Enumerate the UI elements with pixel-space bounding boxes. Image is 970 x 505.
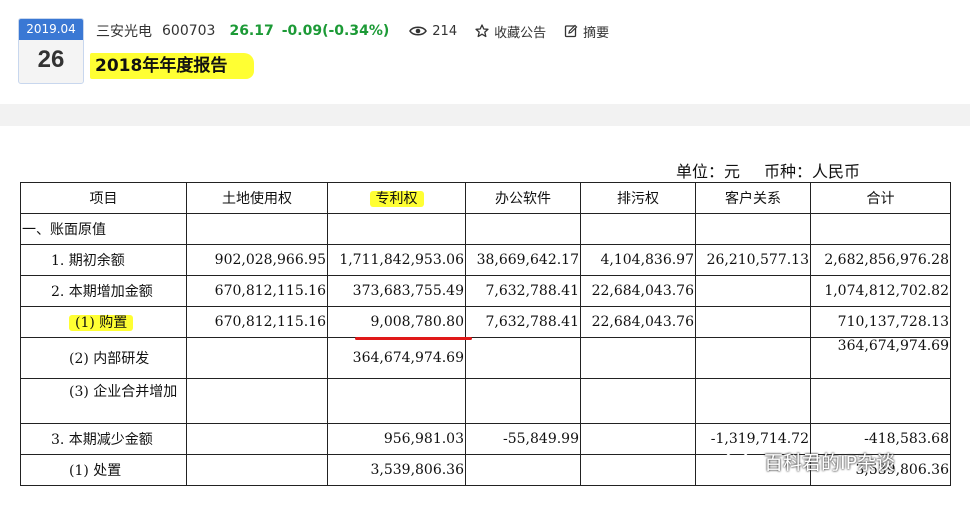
cell: [327, 213, 466, 245]
cell: [695, 306, 811, 338]
cell: [695, 275, 811, 307]
cell: [186, 213, 328, 245]
cell: 1,074,812,702.82: [810, 275, 951, 307]
favorite-button[interactable]: 收藏公告: [475, 22, 546, 41]
eye-icon: [409, 26, 428, 36]
cell: [465, 213, 581, 245]
cell: [810, 378, 951, 424]
stock-name[interactable]: 三安光电: [96, 21, 152, 41]
table-row: (3) 企业合并增加: [20, 378, 951, 424]
cell: [186, 423, 328, 455]
cell: 38,669,642.17: [465, 244, 581, 276]
edit-icon: [564, 24, 578, 38]
cell: 1,711,842,953.06: [327, 244, 466, 276]
cell: [186, 378, 328, 424]
stock-code[interactable]: 600703: [162, 23, 215, 39]
watermark: 百科君的IP杂谈: [724, 448, 895, 475]
row-label-text: (3) 企业合并增加: [69, 384, 178, 400]
cell-underlined: 9,008,780.80: [327, 306, 466, 338]
cell: [580, 423, 696, 455]
highlighted-header-text: 专利权: [369, 191, 424, 207]
row-label: (1) 处置: [20, 454, 187, 486]
table-row: 一、账面原值: [20, 213, 951, 245]
column-header: 排污权: [580, 182, 696, 214]
cell: [810, 213, 951, 245]
cell: 22,684,043.76: [580, 275, 696, 307]
row-label: (2) 内部研发: [20, 337, 187, 379]
cell: [580, 337, 696, 379]
summary-label: 摘要: [583, 25, 610, 41]
row-label: (1) 购置: [20, 306, 187, 338]
table-row: (2) 内部研发 364,674,974.69 364,674,974.69: [20, 337, 951, 379]
currency-label: 币种：人民币: [764, 162, 861, 181]
red-underline-annotation: [355, 337, 472, 340]
cell: [327, 378, 466, 424]
star-icon: [475, 24, 489, 38]
table-row-highlighted: (1) 购置 670,812,115.16 9,008,780.80 7,632…: [20, 306, 951, 338]
section-divider: [0, 104, 970, 126]
cell: 902,028,966.95: [186, 244, 328, 276]
date-month: 2019.04: [19, 19, 83, 40]
summary-button[interactable]: 摘要: [564, 22, 609, 41]
column-header: 办公软件: [465, 182, 581, 214]
date-day: 26: [37, 46, 65, 73]
cell: 670,812,115.16: [186, 306, 328, 338]
cell: [695, 378, 811, 424]
cell: 26,210,577.13: [695, 244, 811, 276]
row-label: 1. 期初余额: [20, 244, 187, 276]
cell: [465, 337, 581, 379]
cell: 373,683,755.49: [327, 275, 466, 307]
unit-line: 单位：元 币种：人民币: [676, 158, 860, 182]
column-header: 土地使用权: [186, 182, 328, 214]
cell: -55,849.99: [465, 423, 581, 455]
cell: 2,682,856,976.28: [810, 244, 951, 276]
column-header: 项目: [20, 182, 187, 214]
table-row: 1. 期初余额 902,028,966.95 1,711,842,953.06 …: [20, 244, 951, 276]
cell: 670,812,115.16: [186, 275, 328, 307]
row-label: 一、账面原值: [20, 213, 187, 245]
stock-change: -0.09(-0.34%): [281, 23, 390, 39]
cell: [465, 454, 581, 486]
cell: [465, 378, 581, 424]
cell: 7,632,788.41: [465, 306, 581, 338]
cell: 364,674,974.69: [327, 337, 466, 379]
cell: 22,684,043.76: [580, 306, 696, 338]
views-value: 214: [432, 23, 458, 39]
cell: [580, 454, 696, 486]
watermark-text: 百科君的IP杂谈: [764, 452, 896, 474]
cell: 4,104,836.97: [580, 244, 696, 276]
cell: 364,674,974.69: [810, 337, 951, 379]
cell: 7,632,788.41: [465, 275, 581, 307]
wechat-icon: [725, 449, 756, 472]
highlighted-row-label: (1) 购置: [69, 315, 134, 331]
views-count: 214: [409, 24, 457, 39]
column-header: 合计: [810, 182, 951, 214]
cell: [695, 337, 811, 379]
cell: [695, 213, 811, 245]
cell: 710,137,728.13: [810, 306, 951, 338]
cell: 3,539,806.36: [327, 454, 466, 486]
cell: [186, 337, 328, 379]
row-label: 3. 本期减少金额: [20, 423, 187, 455]
favorite-label: 收藏公告: [494, 25, 547, 41]
cell: [580, 378, 696, 424]
column-header-highlighted: 专利权: [327, 182, 466, 214]
table-row: 2. 本期增加金额 670,812,115.16 373,683,755.49 …: [20, 275, 951, 307]
table-header-row: 项目 土地使用权 专利权 办公软件 排污权 客户关系 合计: [20, 182, 951, 214]
row-label: (3) 企业合并增加: [20, 378, 187, 424]
unit-label: 单位：元: [676, 162, 741, 181]
report-title: 2018年年度报告: [90, 53, 255, 79]
intangible-assets-table: 项目 土地使用权 专利权 办公软件 排污权 客户关系 合计 一、账面原值 1. …: [20, 182, 951, 486]
row-label: 2. 本期增加金额: [20, 275, 187, 307]
column-header: 客户关系: [695, 182, 811, 214]
stock-info-row: 三安光电 600703 26.17 -0.09(-0.34%) 214 收藏公告…: [96, 20, 627, 42]
cell: [186, 454, 328, 486]
cell: 956,981.03: [327, 423, 466, 455]
date-card: 2019.04 26: [18, 18, 84, 84]
stock-price: 26.17: [229, 23, 274, 39]
cell: [580, 213, 696, 245]
